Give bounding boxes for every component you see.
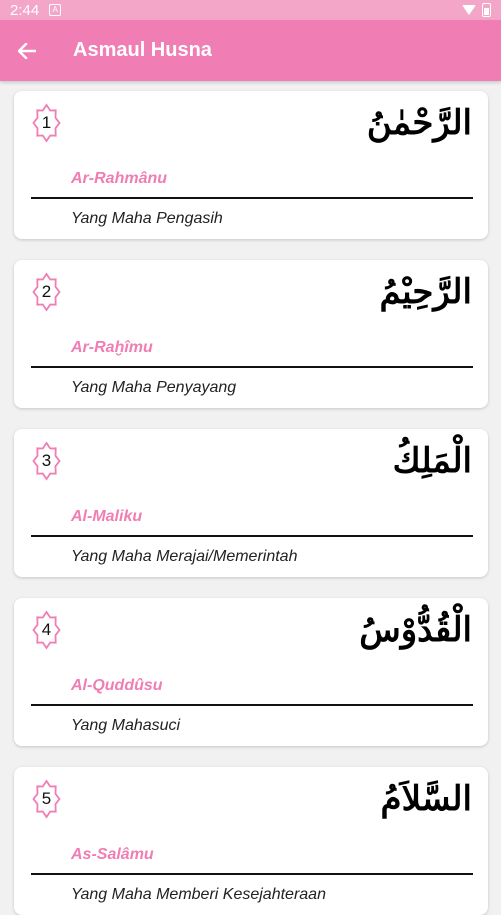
- meaning: Yang Maha Merajai/Memerintah: [71, 548, 298, 565]
- transliteration: As-Salâmu: [71, 846, 154, 863]
- divider: [31, 535, 473, 537]
- name-card[interactable]: 2 الرَّحِيْمُ Ar-Raḫîmu Yang Maha Penyay…: [14, 260, 488, 408]
- transliteration: Ar-Raḫîmu: [71, 339, 153, 356]
- number-badge: 1: [32, 103, 61, 143]
- meaning: Yang Maha Memberi Kesejahteraan: [71, 886, 326, 903]
- sim-icon: A: [49, 4, 62, 16]
- divider: [31, 366, 473, 368]
- wifi-icon: [462, 5, 476, 15]
- transliteration: Al-Maliku: [71, 508, 143, 525]
- back-button[interactable]: [16, 40, 38, 62]
- name-card[interactable]: 5 السَّلاَمُ As-Salâmu Yang Maha Memberi…: [14, 767, 488, 915]
- name-card[interactable]: 1 الرَّحْمٰنُ Ar-Rahmânu Yang Maha Penga…: [14, 91, 488, 239]
- transliteration: Al-Quddûsu: [71, 677, 163, 694]
- arabic-name: الْمَلِكُ: [392, 441, 472, 481]
- divider: [31, 197, 473, 199]
- transliteration: Ar-Rahmânu: [71, 170, 168, 187]
- app-bar: Asmaul Husna: [0, 20, 501, 81]
- status-bar: 2:44 A: [0, 0, 501, 20]
- name-card[interactable]: 3 الْمَلِكُ Al-Maliku Yang Maha Merajai/…: [14, 429, 488, 577]
- arrow-back-icon: [18, 42, 36, 59]
- meaning: Yang Mahasuci: [71, 717, 181, 734]
- name-number: 5: [41, 789, 52, 808]
- arabic-name: السَّلاَمُ: [380, 779, 472, 819]
- divider: [31, 873, 473, 875]
- page-title: Asmaul Husna: [73, 39, 212, 61]
- number-badge: 3: [32, 441, 61, 481]
- number-badge: 4: [32, 610, 61, 650]
- status-time: 2:44: [10, 1, 40, 19]
- arabic-name: الْقُدُّوْسُ: [359, 610, 472, 650]
- arabic-name: الرَّحِيْمُ: [379, 272, 472, 312]
- names-list: 1 الرَّحْمٰنُ Ar-Rahmânu Yang Maha Penga…: [0, 81, 501, 915]
- divider: [31, 704, 473, 706]
- name-number: 1: [41, 113, 52, 132]
- number-badge: 2: [32, 272, 61, 312]
- number-badge: 5: [32, 779, 61, 819]
- name-number: 4: [41, 620, 52, 639]
- name-card[interactable]: 4 الْقُدُّوْسُ Al-Quddûsu Yang Mahasuci: [14, 598, 488, 746]
- name-number: 2: [41, 282, 52, 301]
- meaning: Yang Maha Penyayang: [71, 379, 237, 396]
- name-number: 3: [41, 451, 52, 470]
- arabic-name: الرَّحْمٰنُ: [366, 103, 472, 143]
- meaning: Yang Maha Pengasih: [71, 210, 223, 227]
- battery-icon: [482, 3, 491, 17]
